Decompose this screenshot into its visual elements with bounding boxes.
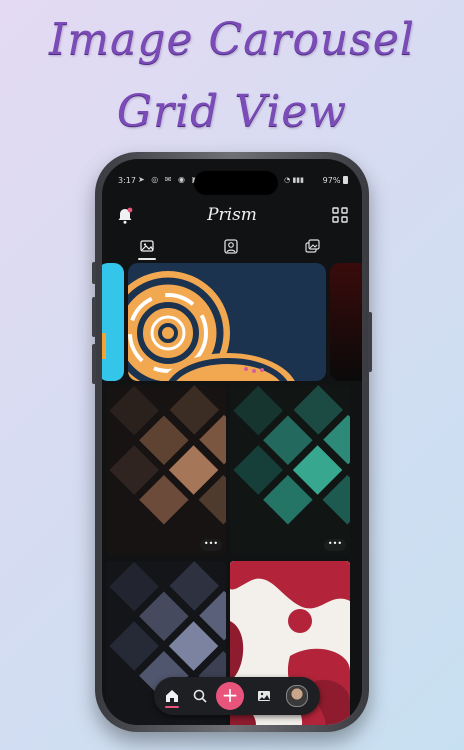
carousel-image-swirl (128, 271, 295, 381)
app-top-bar: Prism (102, 203, 362, 229)
nav-home[interactable] (164, 686, 184, 708)
image-edit-icon (258, 691, 270, 701)
tab-collections[interactable] (302, 237, 326, 261)
nav-search[interactable] (192, 686, 212, 706)
search-icon (193, 689, 207, 703)
tab-wallpapers[interactable] (136, 237, 160, 261)
active-nav-indicator (165, 706, 179, 708)
nav-gallery[interactable] (256, 686, 276, 706)
tab-profile[interactable] (220, 237, 244, 261)
grid-tile[interactable]: ••• (106, 385, 226, 555)
home-icon (166, 690, 178, 702)
app-brand: Prism (207, 205, 257, 225)
battery-icon (343, 176, 348, 184)
bottom-navigation: + (154, 677, 320, 715)
notification-icons: ➤ ◎ ✉ ◉ ▣ (138, 175, 202, 184)
wallpaper-teal-diamonds (230, 385, 350, 555)
hero-title-line1: Image Carousel (49, 14, 415, 65)
tab-bar (102, 237, 362, 261)
grid-tile[interactable]: ••• (230, 385, 350, 555)
image-icon (140, 240, 154, 252)
image-carousel[interactable] (102, 263, 362, 383)
carousel-card-current[interactable] (128, 263, 326, 381)
wallpaper-brown-diamonds (106, 385, 226, 555)
dynamic-island (194, 171, 278, 195)
hero-title-line2: Grid View (116, 86, 348, 137)
more-options-button[interactable]: ••• (324, 539, 346, 551)
phone-screen: 3:17 ➤ ◎ ✉ ◉ ▣ ◔ ▮▮▮ 97% Prism ••• ••• + (102, 159, 362, 725)
collections-icon (305, 239, 320, 253)
add-button[interactable]: + (216, 682, 244, 710)
more-options-button[interactable]: ••• (200, 539, 222, 551)
battery-indicator: 97% (323, 176, 348, 185)
status-time: 3:17 (118, 176, 136, 185)
active-tab-indicator (138, 258, 156, 260)
carousel-card-next[interactable] (330, 263, 362, 381)
avatar[interactable] (286, 685, 308, 707)
battery-percent: 97% (322, 176, 341, 185)
grid-view-icon[interactable] (332, 207, 348, 223)
phone-frame: 3:17 ➤ ◎ ✉ ◉ ▣ ◔ ▮▮▮ 97% Prism ••• ••• + (92, 152, 372, 732)
carousel-card-previous[interactable] (102, 263, 124, 381)
signal-icon: ◔ ▮▮▮ (284, 176, 304, 184)
portrait-icon (224, 239, 238, 254)
